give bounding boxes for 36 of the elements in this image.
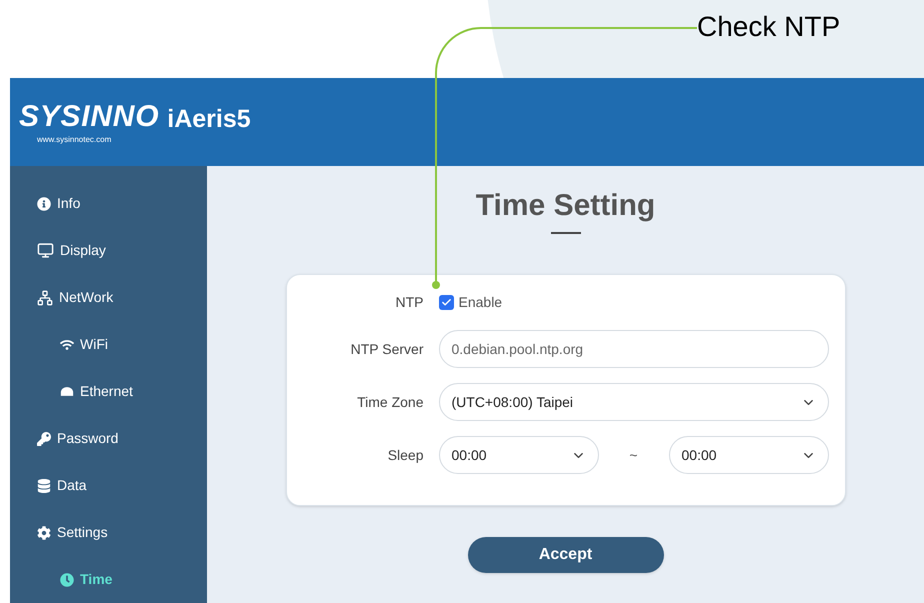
sleep-start-select[interactable]: 00:00 xyxy=(438,436,598,474)
enable-checkbox[interactable] xyxy=(438,294,454,310)
sidebar-item[interactable]: Ethernet xyxy=(10,368,207,415)
check-icon xyxy=(440,296,452,308)
product-name: iAeris5 xyxy=(167,104,251,135)
enable-label: Enable xyxy=(458,292,502,312)
network-icon xyxy=(37,290,53,306)
sidebar-item[interactable]: Time xyxy=(10,556,207,603)
monitor-icon xyxy=(37,242,54,259)
info-icon xyxy=(37,196,51,210)
ntp-server-label: NTP Server xyxy=(350,340,424,358)
ntp-server-field[interactable]: 0.debian.pool.ntp.org xyxy=(438,330,828,368)
brand-logo: SYSINNO xyxy=(19,100,160,134)
sidebar-item[interactable]: NetWork xyxy=(10,274,207,321)
time-zone-select[interactable]: (UTC+08:00) Taipei xyxy=(438,383,828,421)
accept-button[interactable]: Accept xyxy=(468,537,664,573)
sidebar-item[interactable]: Password xyxy=(10,415,207,462)
key-icon xyxy=(37,432,51,446)
settings-icon xyxy=(37,526,51,540)
page-title: Time Setting xyxy=(476,188,656,224)
wifi-icon xyxy=(60,338,74,352)
clock-icon xyxy=(60,572,74,586)
sidebar-item[interactable]: Display xyxy=(10,227,207,274)
dome-icon xyxy=(60,387,74,396)
sidebar-item[interactable]: WiFi xyxy=(10,321,207,368)
range-separator: ~ xyxy=(628,446,639,464)
sidebar-item[interactable]: Info xyxy=(10,180,207,227)
website-text: www.sysinnotec.com xyxy=(36,134,112,146)
sleep-end-select[interactable]: 00:00 xyxy=(668,436,828,474)
ntp-label: NTP xyxy=(394,292,424,312)
callout-label: Check NTP xyxy=(697,10,840,44)
database-icon xyxy=(37,478,51,492)
time-zone-label: Time Zone xyxy=(356,392,424,412)
sleep-label: Sleep xyxy=(386,446,424,465)
sidebar-item[interactable]: Data xyxy=(10,462,207,509)
sidebar-item[interactable]: Settings xyxy=(10,509,207,556)
